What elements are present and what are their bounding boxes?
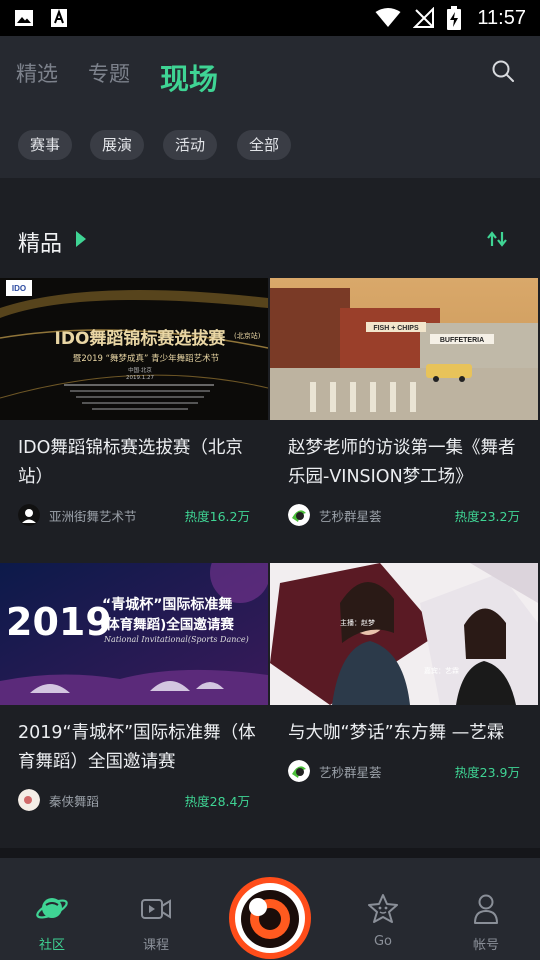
poster-year: 2019 bbox=[6, 600, 112, 644]
sign-buffeteria: BUFFETERIA bbox=[440, 337, 484, 344]
star-face-icon bbox=[368, 894, 398, 923]
filter-chip-competition[interactable]: 赛事 bbox=[18, 130, 73, 160]
card-title[interactable]: IDO舞蹈锦标赛选拔赛（北京站） bbox=[18, 434, 258, 492]
video-card[interactable]: 主播：赵梦 嘉宾：艺霖 bbox=[270, 563, 538, 705]
author-name[interactable]: 亚洲街舞艺术节 bbox=[49, 506, 137, 525]
card-thumbnail[interactable]: 2019 “青城杯”国际标准舞 (体育舞蹈)全国邀请赛 National Inv… bbox=[0, 563, 268, 705]
poster-date: 2019.1.27 bbox=[126, 375, 154, 381]
event-poster-image: 2019 “青城杯”国际标准舞 (体育舞蹈)全国邀请赛 National Inv… bbox=[0, 563, 268, 705]
filter-chip-performance[interactable]: 展演 bbox=[90, 130, 145, 160]
card-thumbnail[interactable]: 主播：赵梦 嘉宾：艺霖 bbox=[270, 563, 538, 705]
tab-live[interactable]: 现场 bbox=[160, 56, 218, 98]
street-scene-image: FISH + CHIPS BUFFETERIA bbox=[270, 278, 538, 420]
nav-label: 课程 bbox=[142, 938, 169, 953]
interview-portrait-image: 主播：赵梦 嘉宾：艺霖 bbox=[270, 563, 538, 705]
poster-sub: 暨2019 “舞梦成真” 青少年舞蹈艺术节 bbox=[73, 353, 220, 364]
poster-tag: (北京站) bbox=[234, 331, 261, 340]
status-bar: 11:57 bbox=[0, 0, 540, 36]
nav-courses[interactable]: 课程 bbox=[116, 892, 196, 953]
tab-topics[interactable]: 专题 bbox=[88, 58, 130, 88]
host-label: 主播：赵梦 bbox=[340, 618, 375, 627]
tab-featured[interactable]: 精选 bbox=[16, 58, 58, 88]
nav-label: 帐号 bbox=[472, 938, 499, 953]
planet-icon bbox=[36, 898, 68, 919]
card-meta: 亚洲街舞艺术节 热度16.2万 bbox=[18, 504, 250, 526]
card-title[interactable]: 与大咖“梦话”东方舞 —艺霖 bbox=[288, 719, 528, 748]
card-thumbnail[interactable]: FISH + CHIPS BUFFETERIA bbox=[270, 278, 538, 420]
avatar[interactable] bbox=[18, 789, 40, 811]
poster-headline: IDO舞蹈锦标赛选拔赛 bbox=[55, 328, 227, 349]
video-card[interactable]: FISH + CHIPS BUFFETERIA bbox=[270, 278, 538, 420]
chevron-right-icon[interactable] bbox=[74, 230, 88, 248]
refresh-icon[interactable] bbox=[486, 230, 508, 248]
sign-fish-chips: FISH + CHIPS bbox=[373, 325, 419, 332]
video-card[interactable]: 2019 “青城杯”国际标准舞 (体育舞蹈)全国邀请赛 National Inv… bbox=[0, 563, 268, 705]
card-meta: 艺秒群星荟 热度23.9万 bbox=[288, 760, 520, 782]
avatar[interactable] bbox=[288, 504, 310, 526]
poster-logo: IDO bbox=[12, 284, 26, 293]
heat-count: 热度28.4万 bbox=[184, 793, 250, 809]
nav-label: 社区 bbox=[38, 938, 65, 953]
avatar[interactable] bbox=[18, 504, 40, 526]
avatar[interactable] bbox=[288, 760, 310, 782]
card-thumbnail[interactable]: IDO IDO舞蹈锦标赛选拔赛 (北京站) 暨2019 “舞梦成真” 青少年舞蹈… bbox=[0, 278, 268, 420]
card-title[interactable]: 2019“青城杯”国际标准舞（体育舞蹈）全国邀请赛 bbox=[18, 719, 258, 777]
author-name[interactable]: 秦侠舞蹈 bbox=[49, 791, 99, 810]
video-card[interactable]: IDO IDO舞蹈锦标赛选拔赛 (北京站) 暨2019 “舞梦成真” 青少年舞蹈… bbox=[0, 278, 268, 420]
status-time: 11:57 bbox=[477, 6, 526, 29]
nav-community[interactable]: 社区 bbox=[12, 892, 92, 953]
section-title[interactable]: 精品 bbox=[18, 226, 62, 258]
wifi-icon bbox=[375, 8, 401, 27]
poster-line1: “青城杯”国际标准舞 bbox=[102, 596, 232, 613]
author-name[interactable]: 艺秒群星荟 bbox=[319, 762, 382, 781]
author-name[interactable]: 艺秒群星荟 bbox=[319, 506, 382, 525]
video-icon bbox=[141, 899, 171, 919]
record-button[interactable] bbox=[228, 876, 312, 960]
heat-count: 热度23.9万 bbox=[454, 764, 520, 780]
font-icon bbox=[51, 9, 67, 27]
image-icon bbox=[15, 10, 33, 26]
card-meta: 秦侠舞蹈 热度28.4万 bbox=[18, 789, 250, 811]
no-signal-icon bbox=[413, 7, 435, 28]
battery-charging-icon bbox=[447, 6, 462, 30]
poster-line2: (体育舞蹈)全国邀请赛 bbox=[100, 616, 234, 633]
filter-chip-all[interactable]: 全部 bbox=[237, 130, 292, 160]
heat-count: 热度16.2万 bbox=[184, 508, 250, 524]
guest-label: 嘉宾：艺霖 bbox=[424, 666, 459, 675]
filter-chip-activity[interactable]: 活动 bbox=[163, 130, 218, 160]
heat-count: 热度23.2万 bbox=[454, 508, 520, 524]
poster-line3: National Invitational(Sports Dance) bbox=[103, 635, 249, 644]
event-poster-image: IDO IDO舞蹈锦标赛选拔赛 (北京站) 暨2019 “舞梦成真” 青少年舞蹈… bbox=[0, 278, 268, 420]
nav-label: Go bbox=[373, 934, 393, 949]
person-icon bbox=[474, 894, 498, 924]
nav-account[interactable]: 帐号 bbox=[446, 892, 526, 953]
card-meta: 艺秒群星荟 热度23.2万 bbox=[288, 504, 520, 526]
section-header: 精品 bbox=[0, 208, 540, 268]
top-tab-bar: 精选 专题 现场 bbox=[0, 36, 540, 110]
card-title[interactable]: 赵梦老师的访谈第一集《舞者乐园-VINSION梦工场》 bbox=[288, 434, 528, 492]
search-icon[interactable] bbox=[490, 58, 516, 84]
poster-place: 中国·北京 bbox=[128, 366, 152, 374]
filter-row: 赛事 展演 活动 全部 bbox=[0, 110, 540, 178]
nav-go[interactable]: Go bbox=[343, 892, 423, 949]
